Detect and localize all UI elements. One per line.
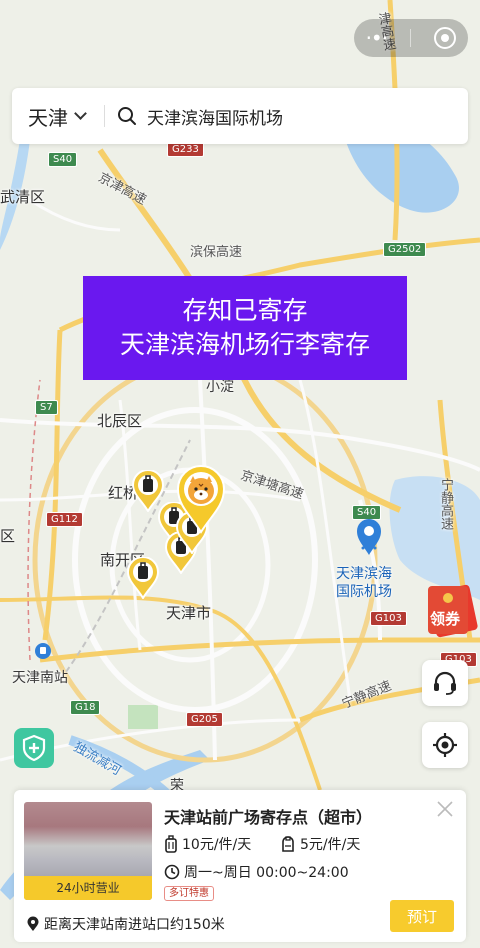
map-label-tianjin-city: 天津市 xyxy=(166,604,212,622)
locker-pin[interactable] xyxy=(126,557,160,599)
headset-icon xyxy=(434,671,456,695)
map-label-qu: 区 xyxy=(0,527,16,545)
search-divider xyxy=(104,105,105,127)
road-shield: G233 xyxy=(167,142,204,157)
road-shield: G18 xyxy=(70,700,101,715)
road-label-ningjing-vertical: 宁静高速 xyxy=(438,478,453,530)
search-icon xyxy=(118,107,136,125)
airport-location-pin[interactable] xyxy=(355,518,383,556)
search-input[interactable] xyxy=(137,106,468,126)
banner-line-1: 存知己寄存 xyxy=(182,296,308,325)
map-label-airport: 天津滨海 国际机场 xyxy=(336,566,392,600)
price-small: 5元/件/天 xyxy=(300,837,361,853)
close-miniprogram-icon[interactable] xyxy=(434,27,457,49)
selected-tiger-pin[interactable] xyxy=(175,464,227,534)
backpack-icon xyxy=(282,836,294,852)
discount-tag: 多订特惠 xyxy=(164,886,214,901)
distance-info: 距离天津站南进站口约150米 xyxy=(26,914,225,934)
close-icon[interactable] xyxy=(436,800,454,818)
road-shield: G112 xyxy=(46,512,83,527)
coupon-label: 领券 xyxy=(430,610,461,628)
customer-service-button[interactable] xyxy=(422,660,468,706)
train-station-icon xyxy=(35,643,51,659)
storage-point-title: 天津站前广场寄存点（超市） xyxy=(164,808,373,827)
distance-text: 距离天津站南进站口约150米 xyxy=(44,917,225,933)
road-shield: S40 xyxy=(48,152,78,167)
open-hours-badge: 24小时营业 xyxy=(24,876,152,900)
miniprogram-capsule: ·•· xyxy=(354,19,468,57)
search-bar: 天津 xyxy=(12,88,468,144)
banner-line-2: 天津滨海机场行李寄存 xyxy=(119,330,370,359)
road-shield: G103 xyxy=(370,611,407,626)
insurance-button[interactable] xyxy=(14,728,54,768)
more-menu-icon[interactable]: ·•· xyxy=(366,28,388,48)
clock-icon xyxy=(164,864,180,880)
city-label: 天津 xyxy=(28,105,68,130)
book-button[interactable]: 预订 xyxy=(390,900,454,932)
price-small-row: 5元/件/天 xyxy=(280,834,360,854)
road-shield: S7 xyxy=(35,400,58,415)
suitcase-icon xyxy=(165,835,177,853)
price-large-row: 10元/件/天 xyxy=(164,834,251,854)
coupon-button[interactable]: 领券 xyxy=(422,582,480,638)
business-hours: 周一~周日 00:00~24:00 xyxy=(184,865,349,881)
promo-banner: 存知己寄存 天津滨海机场行李寄存 xyxy=(83,276,407,380)
chevron-down-icon xyxy=(74,107,87,120)
map-label-beichen: 北辰区 xyxy=(97,412,143,430)
price-large: 10元/件/天 xyxy=(182,837,252,853)
city-selector[interactable]: 天津 xyxy=(12,102,104,131)
locate-me-button[interactable] xyxy=(422,722,468,768)
map-label-tianjin-south: 天津南站 xyxy=(12,670,68,686)
shield-plus-icon xyxy=(22,734,46,762)
road-shield: G205 xyxy=(186,712,223,727)
road-label-binbao: 滨保高速 xyxy=(190,245,243,260)
capsule-divider xyxy=(410,29,412,47)
storage-point-card[interactable]: 24小时营业 天津站前广场寄存点（超市） 10元/件/天 5元/件/天 周一~周… xyxy=(14,790,466,942)
storage-point-photo: 24小时营业 xyxy=(24,802,152,900)
business-hours-row: 周一~周日 00:00~24:00 xyxy=(164,862,349,882)
location-icon xyxy=(27,916,39,931)
crosshair-icon xyxy=(433,733,457,757)
map-label-wuqing: 武清区 xyxy=(0,188,46,206)
road-shield: G2502 xyxy=(383,242,427,257)
